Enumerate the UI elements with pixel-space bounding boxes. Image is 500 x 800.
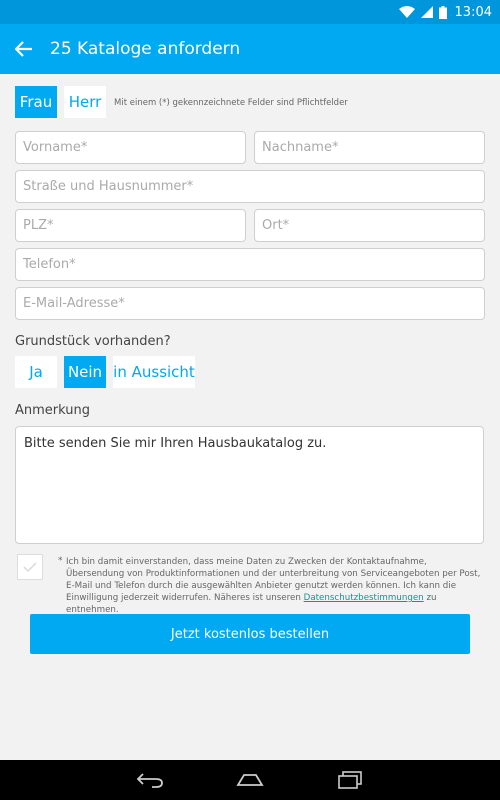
checkmark-icon [23, 562, 37, 573]
firstname-field[interactable]: Vorname* [15, 131, 246, 164]
street-field[interactable]: Straße und Hausnummer* [15, 170, 485, 203]
consent-text: Ich bin damit einverstanden, dass meine … [66, 556, 486, 616]
consent-checkbox[interactable] [17, 554, 43, 580]
property-yes-button[interactable]: Ja [15, 356, 57, 388]
required-fields-note: Mit einem (*) gekennzeichnete Felder sin… [114, 98, 348, 108]
system-nav-bar [0, 760, 500, 800]
status-time: 13:04 [454, 4, 492, 20]
submit-button[interactable]: Jetzt kostenlos bestellen [30, 614, 470, 654]
salutation-herr-button[interactable]: Herr [64, 86, 106, 118]
lastname-field[interactable]: Nachname* [254, 131, 485, 164]
battery-icon [438, 5, 447, 19]
phone-field[interactable]: Telefon* [15, 248, 485, 281]
signal-icon [420, 6, 433, 18]
privacy-policy-link[interactable]: Datenschutzbestimmungen [304, 593, 424, 603]
back-arrow-icon[interactable] [0, 24, 48, 74]
city-field[interactable]: Ort* [254, 209, 485, 242]
property-question-label: Grundstück vorhanden? [15, 334, 171, 349]
consent-required-star: * [58, 556, 63, 566]
remark-textarea[interactable]: Bitte senden Sie mir Ihren Hausbaukatalo… [15, 426, 484, 544]
home-nav-icon[interactable] [200, 760, 300, 800]
email-field[interactable]: E-Mail-Adresse* [15, 287, 485, 320]
page-title: 25 Kataloge anfordern [50, 39, 241, 59]
salutation-frau-button[interactable]: Frau [15, 86, 57, 118]
remark-label: Anmerkung [15, 403, 90, 418]
status-bar: 13:04 [0, 0, 500, 24]
order-form: Frau Herr Mit einem (*) gekennzeichnete … [0, 74, 500, 760]
recent-apps-icon[interactable] [300, 760, 400, 800]
property-prospect-button[interactable]: in Aussicht [113, 356, 195, 388]
property-no-button[interactable]: Nein [64, 356, 106, 388]
wifi-icon [398, 6, 415, 18]
back-nav-icon[interactable] [100, 760, 200, 800]
app-bar: 25 Kataloge anfordern [0, 24, 500, 74]
zip-field[interactable]: PLZ* [15, 209, 246, 242]
